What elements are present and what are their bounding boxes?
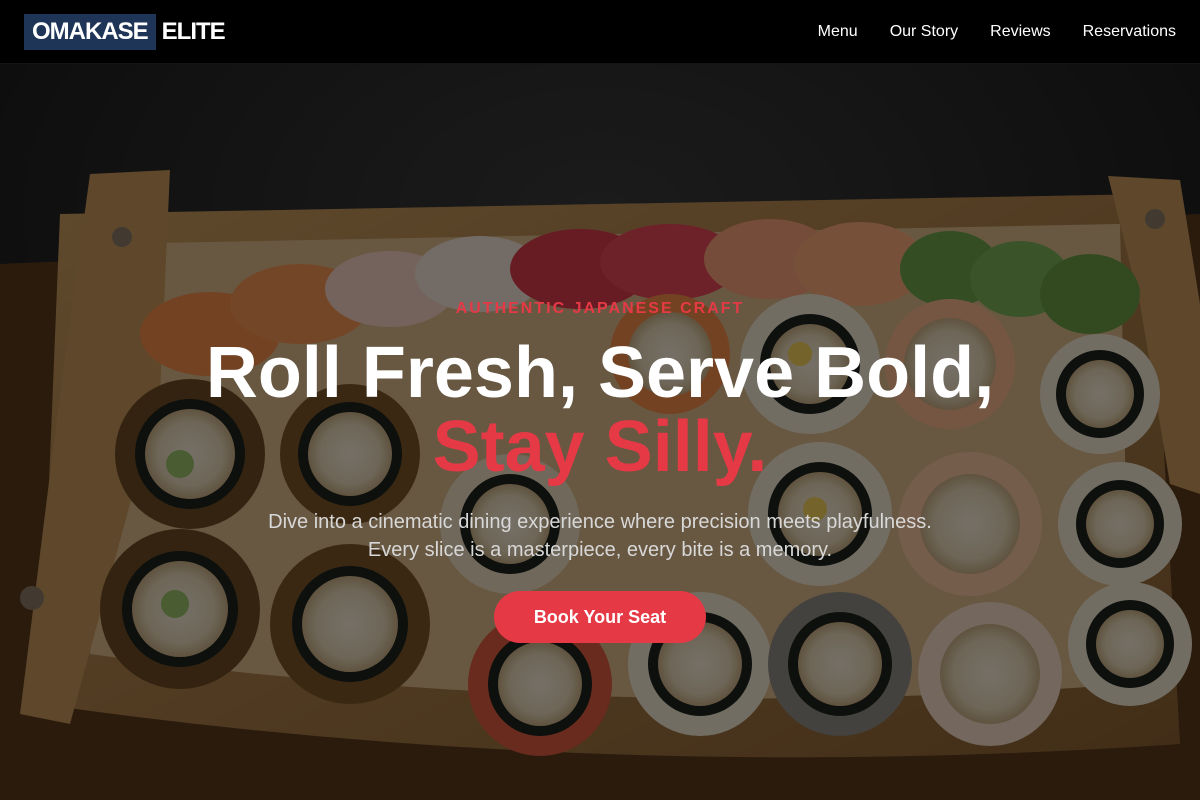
- hero-headline: Roll Fresh, Serve Bold, Stay Silly.: [0, 336, 1200, 484]
- hero-subtitle-line2: Every slice is a masterpiece, every bite…: [367, 539, 833, 561]
- landing-page: OMAKASE ELITE Menu Our Story Reviews Res…: [0, 0, 1200, 800]
- hero-headline-line1: Roll Fresh, Serve Bold,: [205, 333, 995, 413]
- hero-section: AUTHENTIC JAPANESE CRAFT Roll Fresh, Ser…: [0, 64, 1200, 800]
- hero-content: AUTHENTIC JAPANESE CRAFT Roll Fresh, Ser…: [0, 64, 1200, 800]
- nav-links: Menu Our Story Reviews Reservations: [786, 23, 1176, 41]
- logo-main-text: OMAKASE: [24, 13, 156, 50]
- nav-link-our-story[interactable]: Our Story: [890, 23, 958, 41]
- hero-subtitle: Dive into a cinematic dining experience …: [0, 508, 1200, 564]
- logo-sub-text: ELITE: [161, 17, 226, 45]
- hero-subtitle-line1: Dive into a cinematic dining experience …: [268, 511, 932, 533]
- top-navbar: OMAKASE ELITE Menu Our Story Reviews Res…: [0, 0, 1200, 64]
- nav-link-reservations[interactable]: Reservations: [1083, 23, 1176, 41]
- brand-logo[interactable]: OMAKASE ELITE: [24, 13, 226, 50]
- book-your-seat-button[interactable]: Book Your Seat: [494, 591, 706, 643]
- nav-link-reviews[interactable]: Reviews: [990, 23, 1050, 41]
- hero-eyebrow: AUTHENTIC JAPANESE CRAFT: [455, 300, 745, 317]
- nav-link-menu[interactable]: Menu: [818, 23, 858, 41]
- hero-headline-accent: Stay Silly.: [432, 407, 768, 487]
